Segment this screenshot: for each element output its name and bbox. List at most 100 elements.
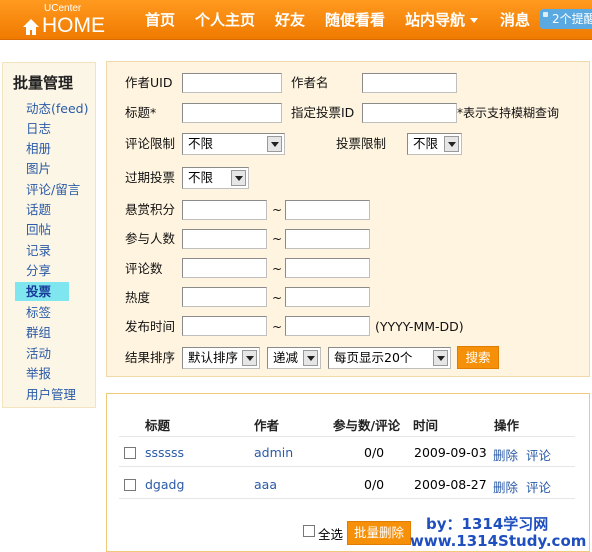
table-row: dgadg aaa 0/0 2009-08-27 删除 评论 — [119, 469, 575, 499]
comments-min-input[interactable] — [182, 258, 267, 278]
nav-home[interactable]: 首页 — [145, 10, 175, 30]
row-checkbox[interactable] — [124, 447, 136, 459]
poll-count: 0/0 — [364, 445, 385, 460]
nav-explore[interactable]: 随便看看 — [325, 10, 385, 30]
dropdown-arrow-icon — [267, 136, 282, 152]
expired-poll-value: 不限 — [188, 170, 214, 185]
nav-site-menu[interactable]: 站内导航 — [405, 10, 479, 30]
author-uid-label: 作者UID — [125, 75, 173, 90]
notification-text: 2个提醒 — [552, 12, 592, 26]
participants-max-input[interactable] — [285, 229, 370, 249]
sidebar-item-feed[interactable]: 动态(feed) — [15, 99, 88, 118]
sidebar-item-users[interactable]: 用户管理 — [15, 385, 76, 404]
batch-manage-sidebar: 批量管理 动态(feed) 日志 相册 图片 评论/留言 话题 回帖 记录 分享… — [2, 62, 96, 408]
vote-id-label: 指定投票ID — [291, 105, 355, 120]
sidebar-item-poll[interactable]: 投票 — [15, 282, 69, 301]
sort-label: 结果排序 — [125, 350, 176, 365]
publish-start-input[interactable] — [182, 316, 267, 336]
vote-limit-value: 不限 — [413, 136, 439, 151]
reward-min-input[interactable] — [182, 200, 267, 220]
row-checkbox[interactable] — [124, 479, 136, 491]
heat-label: 热度 — [125, 290, 151, 305]
watermark-text-2: www.1314Study.com — [410, 532, 587, 550]
sidebar-title: 批量管理 — [13, 74, 74, 92]
sidebar-item-share[interactable]: 分享 — [15, 261, 69, 280]
comment-limit-label: 评论限制 — [125, 136, 176, 151]
title-label: 标题* — [125, 105, 157, 120]
vote-limit-select[interactable]: 不限 — [407, 133, 462, 155]
nav-site-menu-label: 站内导航 — [405, 11, 466, 29]
dropdown-arrow-icon — [303, 350, 318, 366]
vote-id-input[interactable] — [362, 103, 457, 123]
poll-title-link[interactable]: dgadg — [145, 477, 184, 492]
poll-date: 2009-08-27 — [414, 477, 487, 492]
publish-time-label: 发布时间 — [125, 319, 176, 334]
sort-field-value: 默认排序 — [188, 350, 239, 365]
range-separator: ~ — [272, 203, 283, 217]
expired-poll-label: 过期投票 — [125, 170, 176, 185]
column-header-time: 时间 — [413, 418, 439, 433]
vote-limit-label: 投票限制 — [336, 136, 387, 151]
poll-title-link[interactable]: ssssss — [145, 445, 184, 460]
sort-field-select[interactable]: 默认排序 — [182, 347, 260, 369]
page-size-select[interactable]: 每页显示20个 — [328, 347, 451, 369]
range-separator: ~ — [272, 262, 283, 276]
poll-count: 0/0 — [364, 477, 385, 492]
sidebar-item-blog[interactable]: 日志 — [15, 119, 69, 138]
expired-poll-select[interactable]: 不限 — [182, 167, 249, 189]
sidebar-item-album[interactable]: 相册 — [15, 139, 69, 158]
poll-search-form: 作者UID 作者名 标题* 指定投票ID *表示支持模糊查询 评论限制 不限 投… — [106, 61, 590, 377]
sidebar-item-reply[interactable]: 回帖 — [15, 220, 69, 239]
comments-max-input[interactable] — [285, 258, 370, 278]
poll-author-link[interactable]: aaa — [254, 477, 277, 492]
dropdown-arrow-icon — [242, 350, 257, 366]
delete-link[interactable]: 删除 — [493, 445, 518, 464]
comment-limit-select[interactable]: 不限 — [182, 133, 285, 155]
participants-min-input[interactable] — [182, 229, 267, 249]
title-input[interactable] — [182, 103, 282, 123]
column-header-actions: 操作 — [494, 418, 520, 433]
table-row: ssssss admin 0/0 2009-09-03 删除 评论 — [119, 437, 575, 467]
column-header-count: 参与数/评论 — [333, 418, 401, 433]
range-separator: ~ — [272, 320, 283, 334]
sidebar-item-report[interactable]: 举报 — [15, 364, 69, 383]
heat-max-input[interactable] — [285, 287, 370, 307]
author-name-input[interactable] — [362, 73, 457, 93]
select-all-checkbox[interactable] — [303, 525, 315, 537]
sort-order-value: 递减 — [273, 350, 299, 365]
sidebar-item-tag[interactable]: 标签 — [15, 303, 69, 322]
notification-badge[interactable]: 2个提醒 — [540, 9, 592, 29]
poll-author-link[interactable]: admin — [254, 445, 293, 460]
sidebar-item-comment[interactable]: 评论/留言 — [15, 180, 80, 199]
page-size-value: 每页显示20个 — [334, 350, 413, 365]
notification-icon — [543, 12, 548, 17]
fuzzy-search-hint: *表示支持模糊查询 — [457, 106, 560, 120]
comment-link[interactable]: 评论 — [526, 445, 551, 464]
range-separator: ~ — [272, 291, 283, 305]
author-name-label: 作者名 — [291, 75, 329, 90]
dropdown-arrow-icon — [231, 170, 246, 186]
search-button[interactable]: 搜索 — [457, 346, 499, 369]
dropdown-arrow-icon — [433, 350, 448, 366]
select-all-label: 全选 — [318, 527, 344, 542]
delete-link[interactable]: 删除 — [493, 477, 518, 496]
nav-profile[interactable]: 个人主页 — [195, 10, 255, 30]
reward-max-input[interactable] — [285, 200, 370, 220]
sidebar-item-thread[interactable]: 话题 — [15, 200, 69, 219]
date-format-hint: (YYYY-MM-DD) — [375, 319, 464, 334]
publish-end-input[interactable] — [285, 316, 370, 336]
author-uid-input[interactable] — [182, 73, 282, 93]
sidebar-item-group[interactable]: 群组 — [15, 323, 69, 342]
top-navbar: UCenter HOME 首页 个人主页 好友 随便看看 站内导航 消息 2个提… — [0, 0, 592, 40]
nav-messages[interactable]: 消息 — [500, 10, 530, 30]
sidebar-item-picture[interactable]: 图片 — [15, 159, 69, 178]
sort-order-select[interactable]: 递减 — [267, 347, 321, 369]
batch-delete-button[interactable]: 批量删除 — [347, 521, 411, 545]
heat-min-input[interactable] — [182, 287, 267, 307]
sidebar-item-event[interactable]: 活动 — [15, 344, 69, 363]
sidebar-item-doing[interactable]: 记录 — [15, 241, 69, 260]
comments-label: 评论数 — [125, 261, 163, 276]
nav-friends[interactable]: 好友 — [275, 10, 305, 30]
dropdown-arrow-icon — [444, 136, 459, 152]
comment-link[interactable]: 评论 — [526, 477, 551, 496]
